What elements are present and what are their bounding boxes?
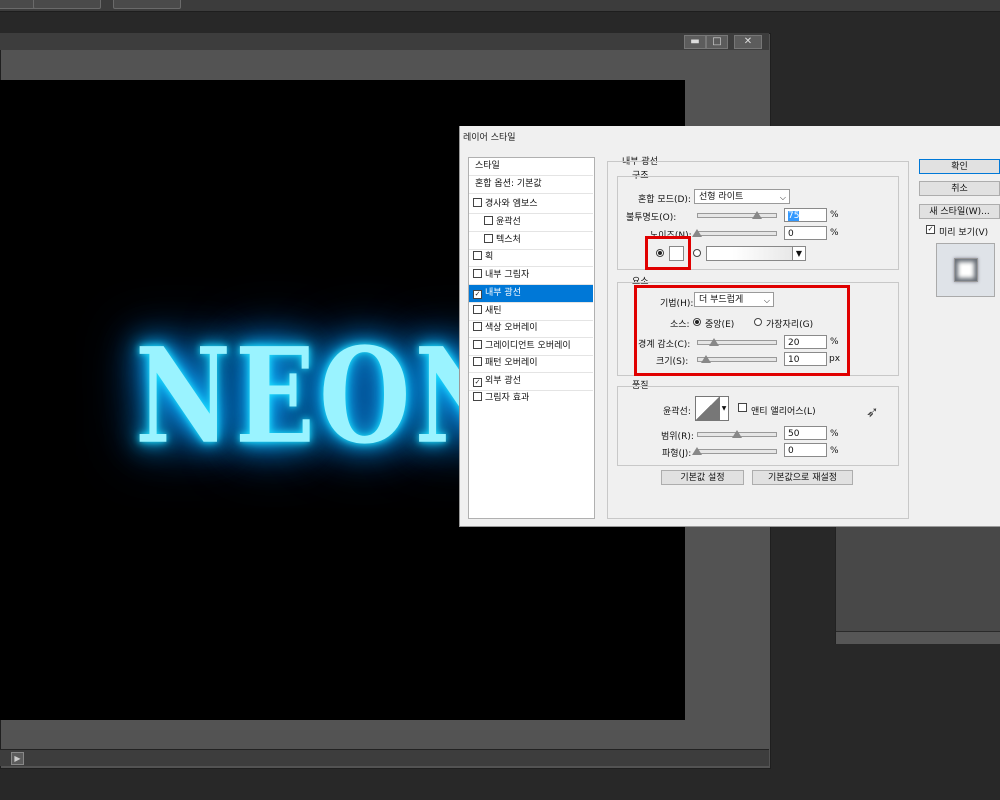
preview-label: 미리 보기(V) [939,228,989,238]
style-item-label: 그림자 효과 [485,393,530,403]
range-input[interactable]: 50 [784,426,827,440]
style-item-inner-shadow[interactable]: 내부 그림자 [469,267,593,285]
style-item-satin[interactable]: 새틴 [469,303,593,321]
checkbox-icon[interactable] [473,251,482,260]
opacity-unit: % [830,210,839,220]
style-item-label: 외부 광선 [485,376,521,386]
blend-mode-label: 혼합 모드(D): [638,195,691,205]
noise-slider[interactable] [697,231,777,236]
checkbox-icon[interactable] [473,357,482,366]
checkbox-icon[interactable] [484,234,493,243]
ok-button[interactable]: 확인 [919,159,1000,174]
document-title-bar [0,33,769,50]
antialias-label: 앤티 앨리어스(L) [751,407,816,417]
blend-mode-value: 선형 라이트 [699,192,744,202]
style-item-label: 경사와 엠보스 [485,199,538,209]
style-item-contour[interactable]: 윤곽선 [469,214,593,232]
style-item-label: 내부 그림자 [485,270,530,280]
maximize-button[interactable]: □ [706,35,728,49]
gradient-radio[interactable] [693,249,701,257]
jitter-input[interactable]: 0 [784,443,827,457]
style-item-label: 내부 광선 [485,288,521,298]
checkbox-icon[interactable] [484,216,493,225]
style-item-bevel-emboss[interactable]: 경사와 엠보스 [469,196,593,214]
style-item-label: 패턴 오버레이 [485,358,538,368]
jitter-unit: % [830,446,839,456]
styles-list: 스타일 혼합 옵션: 기본값 경사와 엠보스 윤곽선 텍스처 획 내부 그림자 … [468,157,595,519]
quality-group [617,386,899,466]
side-panel-bar [836,631,1000,644]
style-item-drop-shadow[interactable]: 그림자 효과 [469,390,593,407]
jitter-label: 파형(J): [662,449,692,459]
gradient-picker[interactable] [706,246,793,261]
style-item-label: 그레이디언트 오버레이 [485,341,571,351]
play-icon[interactable]: ▶ [11,752,24,765]
opacity-label: 불투명도(O): [626,213,677,223]
dialog-title: 레이어 스타일 [463,133,516,143]
style-item-label: 텍스처 [496,235,521,245]
style-preview-swatch [954,258,978,282]
opacity-input[interactable]: 75 [784,208,827,222]
style-item-pattern-overlay[interactable]: 패턴 오버레이 [469,355,593,373]
neon-text: NEON [135,318,515,473]
chevron-down-icon: ⌵ [779,193,786,202]
style-item-outer-glow[interactable]: ✓ 외부 광선 [469,373,593,391]
blending-options[interactable]: 혼합 옵션: 기본값 [469,176,593,194]
opacity-slider-thumb[interactable] [752,211,762,219]
contour-preview-icon[interactable] [695,396,720,421]
annotation-box-color [645,236,691,270]
contour-dropdown-icon[interactable]: ▼ [719,396,729,421]
checkbox-checked-icon[interactable]: ✓ [473,290,482,299]
checkbox-icon[interactable] [473,340,482,349]
checkbox-icon[interactable] [473,322,482,331]
noise-slider-thumb[interactable] [692,229,702,237]
cancel-button[interactable]: 취소 [919,181,1000,196]
range-label: 범위(R): [661,432,694,442]
side-panel [835,526,1000,644]
checkbox-icon[interactable] [473,392,482,401]
reset-default-button[interactable]: 기본값으로 재설정 [752,470,853,485]
style-item-inner-glow[interactable]: ✓ 내부 광선 [469,285,593,303]
style-item-texture[interactable]: 텍스처 [469,232,593,250]
make-default-button[interactable]: 기본값 설정 [661,470,744,485]
mouse-cursor-icon: ➶ [866,403,879,421]
noise-unit: % [830,228,839,238]
app-top-bar [0,0,1000,12]
checkbox-icon[interactable] [473,269,482,278]
range-slider-thumb[interactable] [732,430,742,438]
minimize-button[interactable]: ▬ [684,35,706,49]
opacity-value: 75 [788,211,800,221]
opacity-slider[interactable] [697,213,777,218]
horizontal-scrollbar[interactable] [0,749,769,766]
gradient-dropdown-icon[interactable]: ▼ [792,246,806,261]
checkbox-checked-icon[interactable]: ✓ [473,378,482,387]
preview-checkbox[interactable]: ✓ [926,225,935,234]
checkbox-icon[interactable] [473,305,482,314]
contour-label: 윤곽선: [663,407,691,417]
style-item-label: 색상 오버레이 [485,323,538,333]
close-button[interactable]: ✕ [734,35,762,49]
top-toolbar-button-2[interactable] [33,0,101,9]
new-style-button[interactable]: 새 스타일(W)... [919,204,1000,219]
style-item-stroke[interactable]: 획 [469,249,593,267]
blend-mode-select[interactable]: 선형 라이트 ⌵ [694,189,790,204]
antialias-checkbox[interactable] [738,403,747,412]
styles-header[interactable]: 스타일 [469,158,593,176]
noise-input[interactable]: 0 [784,226,827,240]
style-item-color-overlay[interactable]: 색상 오버레이 [469,320,593,338]
style-item-gradient-overlay[interactable]: 그레이디언트 오버레이 [469,338,593,356]
top-toolbar-button-3[interactable] [113,0,181,9]
jitter-slider-thumb[interactable] [692,447,702,455]
checkbox-icon[interactable] [473,198,482,207]
style-preview [936,243,995,297]
style-item-label: 윤곽선 [496,217,521,227]
range-unit: % [830,429,839,439]
style-item-label: 새틴 [485,306,502,316]
annotation-box-elements [634,285,850,376]
jitter-slider[interactable] [697,449,777,454]
style-item-label: 획 [485,252,494,262]
